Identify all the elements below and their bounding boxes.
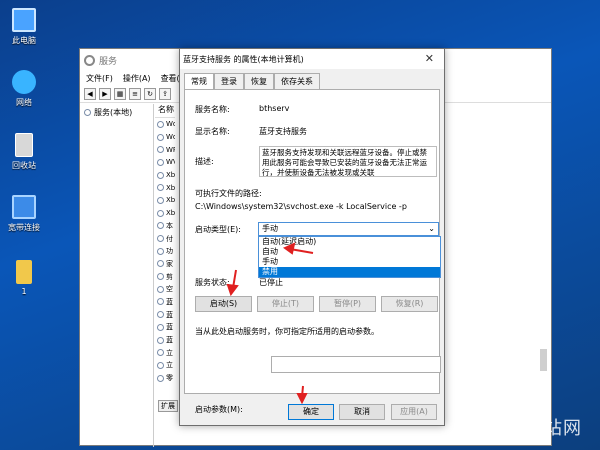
arrow-head-auto — [282, 242, 296, 255]
arrow-head-ok — [296, 393, 308, 405]
arrow-head-start — [226, 283, 239, 297]
annotation-arrows — [226, 242, 314, 405]
